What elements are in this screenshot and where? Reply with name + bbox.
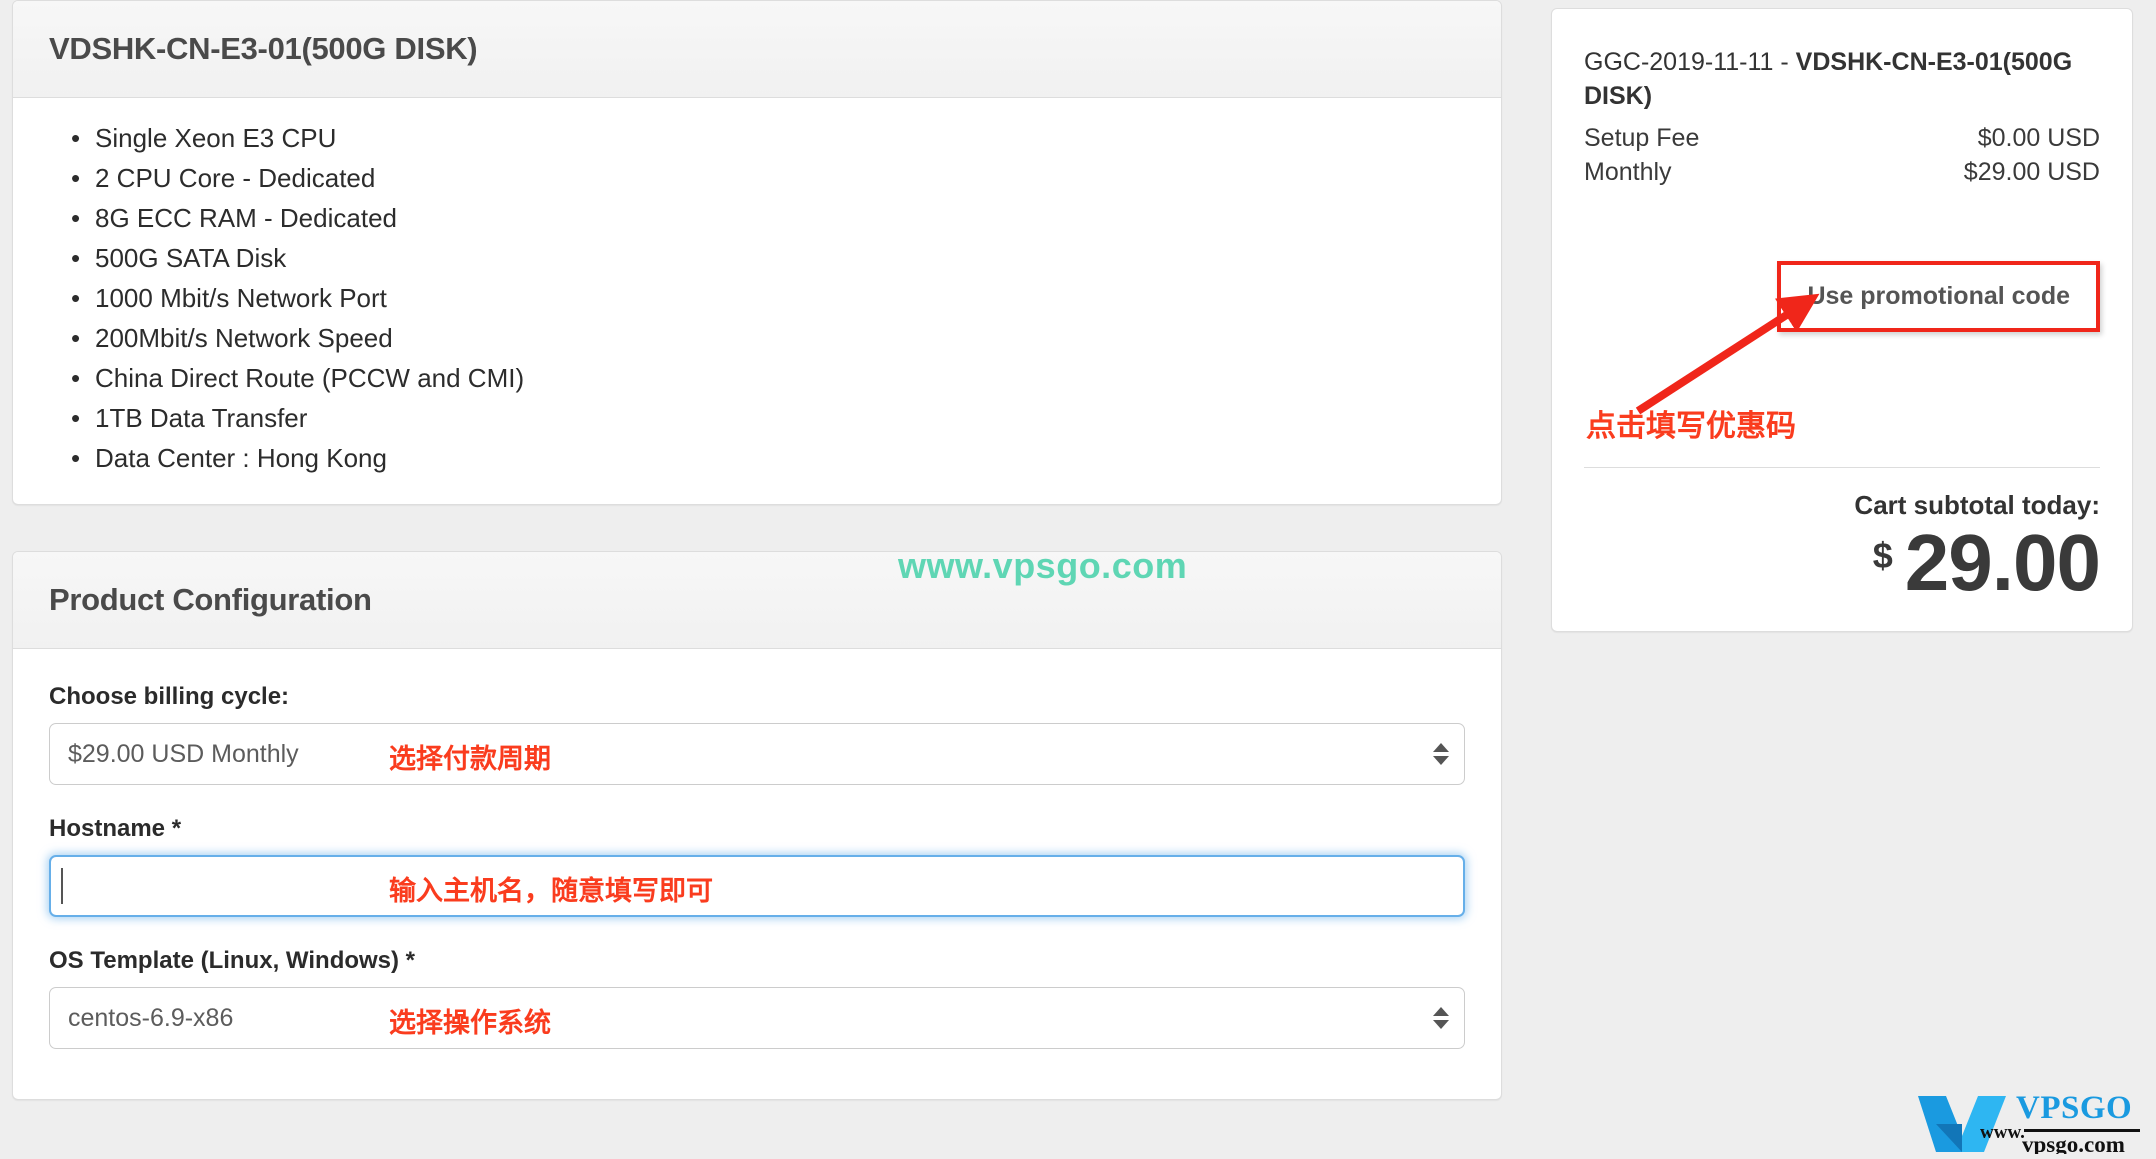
svg-text:vpsgo.com: vpsgo.com bbox=[2022, 1132, 2125, 1154]
list-item: 1TB Data Transfer bbox=[49, 398, 1465, 438]
os-template-select[interactable] bbox=[49, 987, 1465, 1049]
os-template-group: OS Template (Linux, Windows) * 选择操作系统 bbox=[49, 947, 1465, 1049]
config-panel-title: Product Configuration bbox=[49, 582, 372, 617]
svg-text:www.: www. bbox=[1980, 1122, 2025, 1143]
cart-subtotal-label: Cart subtotal today: bbox=[1854, 490, 2100, 520]
cart-setup-fee-label: Setup Fee bbox=[1584, 124, 1700, 152]
list-item: 500G SATA Disk bbox=[49, 238, 1465, 278]
list-item: 8G ECC RAM - Dedicated bbox=[49, 198, 1465, 238]
list-item: 2 CPU Core - Dedicated bbox=[49, 158, 1465, 198]
product-description-panel: VDSHK-CN-E3-01(500G DISK) Single Xeon E3… bbox=[12, 0, 1502, 505]
product-configuration-panel: Product Configuration Choose billing cyc… bbox=[12, 551, 1502, 1100]
page-title: VDSHK-CN-E3-01(500G DISK) bbox=[49, 31, 478, 66]
list-item: 1000 Mbit/s Network Port bbox=[49, 278, 1465, 318]
product-feature-list: Single Xeon E3 CPU 2 CPU Core - Dedicate… bbox=[49, 118, 1465, 478]
cart-divider bbox=[1584, 467, 2100, 468]
hostname-input[interactable] bbox=[49, 855, 1465, 917]
product-panel-header: VDSHK-CN-E3-01(500G DISK) bbox=[13, 1, 1501, 98]
cart-monthly-value: $29.00 USD bbox=[1963, 158, 2100, 186]
os-template-label: OS Template (Linux, Windows) * bbox=[49, 947, 416, 974]
cart-subtotal-row: $ 29.00 bbox=[1584, 518, 2101, 607]
cart-subtotal-currency: $ bbox=[1872, 535, 1893, 576]
cart-item-order-id: GGC-2019-11-11 - bbox=[1584, 48, 1796, 76]
left-column: VDSHK-CN-E3-01(500G DISK) Single Xeon E3… bbox=[12, 0, 1502, 1100]
billing-cycle-select[interactable] bbox=[49, 723, 1465, 785]
hostname-label: Hostname * bbox=[49, 815, 182, 842]
list-item: 200Mbit/s Network Speed bbox=[49, 318, 1465, 358]
hostname-control: 输入主机名，随意填写即可 bbox=[49, 855, 1465, 917]
promotional-code-zone: Use promotional code 点击填写优惠码 bbox=[1584, 231, 2100, 461]
billing-cycle-group: Choose billing cycle: 选择付款周期 bbox=[49, 683, 1465, 785]
cart-item-title: GGC-2019-11-11 - VDSHK-CN-E3-01(500G DIS… bbox=[1584, 45, 2100, 113]
promo-button-label: Use promotional code bbox=[1807, 282, 2070, 310]
site-watermark-text: www.vpsgo.com bbox=[898, 545, 1188, 586]
cart-monthly-label: Monthly bbox=[1584, 158, 1672, 186]
hostname-group: Hostname * 输入主机名，随意填写即可 bbox=[49, 815, 1465, 917]
list-item: China Direct Route (PCCW and CMI) bbox=[49, 358, 1465, 398]
cart-monthly-row: Monthly $29.00 USD bbox=[1584, 155, 2100, 189]
cart-summary-panel: GGC-2019-11-11 - VDSHK-CN-E3-01(500G DIS… bbox=[1551, 8, 2133, 632]
vpsgo-logo: VPSGO www. vpsgo.com bbox=[1912, 1084, 2142, 1157]
cart-setup-fee-value: $0.00 USD bbox=[1977, 124, 2100, 152]
cart-subtotal-amount: 29.00 bbox=[1904, 518, 2101, 607]
text-cursor-icon bbox=[61, 868, 63, 904]
config-panel-body: Choose billing cycle: 选择付款周期 Hostname * … bbox=[13, 649, 1501, 1099]
os-template-control: 选择操作系统 bbox=[49, 987, 1465, 1049]
vpsgo-logo-icon: VPSGO www. vpsgo.com bbox=[1918, 1090, 2140, 1157]
svg-text:VPSGO: VPSGO bbox=[2016, 1090, 2132, 1126]
billing-cycle-control: 选择付款周期 bbox=[49, 723, 1465, 785]
config-panel-header: Product Configuration bbox=[13, 552, 1501, 649]
list-item: Data Center : Hong Kong bbox=[49, 438, 1465, 478]
promo-code-annotation: 点击填写优惠码 bbox=[1586, 410, 1796, 443]
list-item: Single Xeon E3 CPU bbox=[49, 118, 1465, 158]
billing-cycle-label: Choose billing cycle: bbox=[49, 683, 290, 710]
cart-setup-fee-row: Setup Fee $0.00 USD bbox=[1584, 121, 2100, 155]
product-panel-body: Single Xeon E3 CPU 2 CPU Core - Dedicate… bbox=[13, 98, 1501, 504]
annotation-arrow-icon bbox=[1635, 293, 1820, 415]
